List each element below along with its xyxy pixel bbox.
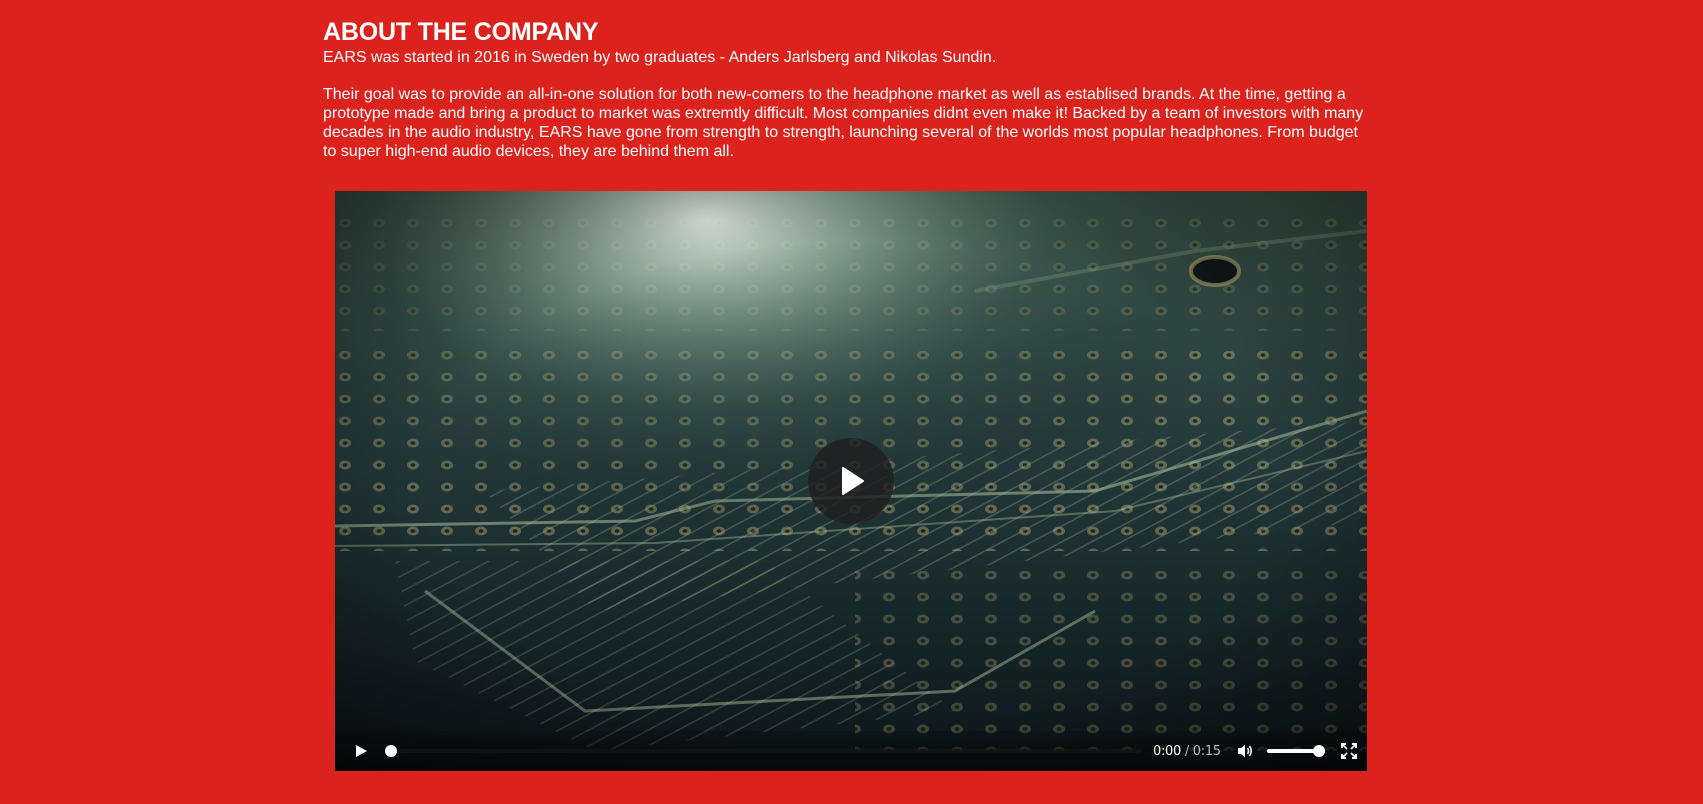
seek-slider[interactable] — [385, 741, 1141, 761]
volume-icon — [1237, 744, 1252, 758]
time-display: 0:00 / 0:15 — [1153, 744, 1221, 759]
time-separator: / — [1184, 743, 1189, 759]
fullscreen-button[interactable] — [1339, 741, 1359, 761]
company-history-paragraph: Their goal was to provide an all-in-one … — [323, 86, 1364, 160]
about-section: ABOUT THE COMPANY EARS was started in 20… — [323, 16, 1373, 161]
video-player[interactable]: 0:00 / 0:15 — [335, 191, 1367, 771]
intro-paragraph: EARS was started in 2016 in Sweden by tw… — [323, 49, 997, 66]
duration: 0:15 — [1192, 743, 1221, 759]
play-button[interactable] — [351, 741, 371, 761]
seek-track — [385, 749, 1141, 753]
current-time: 0:00 — [1153, 743, 1181, 759]
play-icon — [842, 467, 864, 495]
volume-thumb[interactable] — [1312, 745, 1325, 757]
video-controls-bar: 0:00 / 0:15 — [335, 731, 1367, 771]
fullscreen-icon — [1340, 743, 1357, 759]
page-title: ABOUT THE COMPANY — [323, 18, 599, 46]
big-play-button[interactable] — [808, 438, 894, 524]
mute-button[interactable] — [1235, 741, 1255, 761]
seek-thumb[interactable] — [385, 745, 397, 757]
volume-slider[interactable] — [1266, 741, 1325, 761]
play-icon — [356, 745, 367, 757]
